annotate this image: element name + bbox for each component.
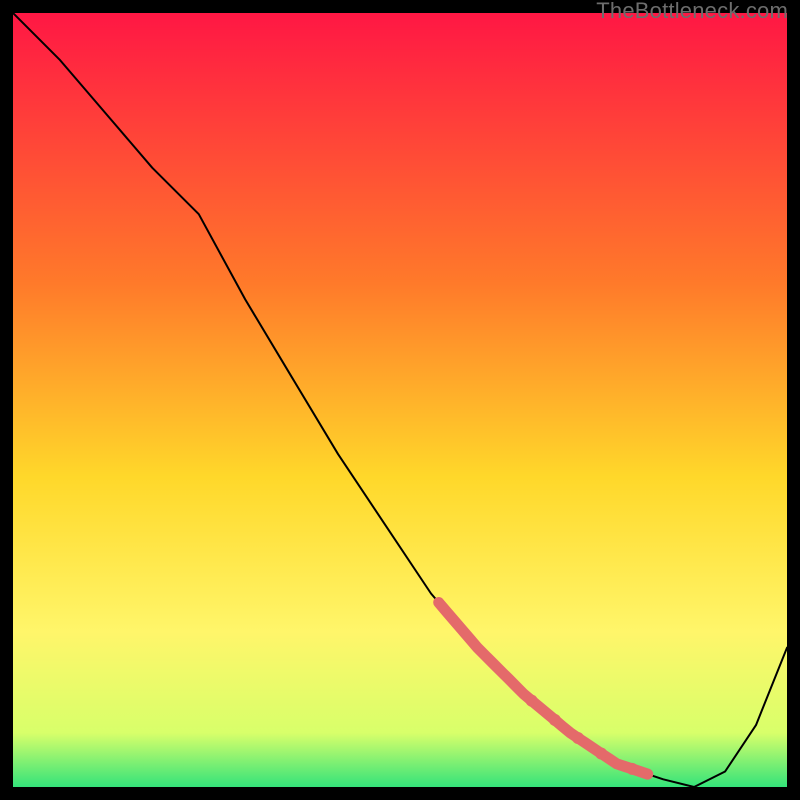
highlight-dot (572, 732, 584, 744)
highlight-dot (549, 714, 561, 726)
highlight-dot (526, 695, 538, 707)
chart-plot (13, 13, 787, 787)
gradient-bg (13, 13, 787, 787)
highlight-dot (595, 748, 607, 760)
watermark: TheBottleneck.com (596, 0, 788, 24)
highlight-dot (626, 763, 638, 775)
chart-container: TheBottleneck.com (0, 0, 800, 800)
